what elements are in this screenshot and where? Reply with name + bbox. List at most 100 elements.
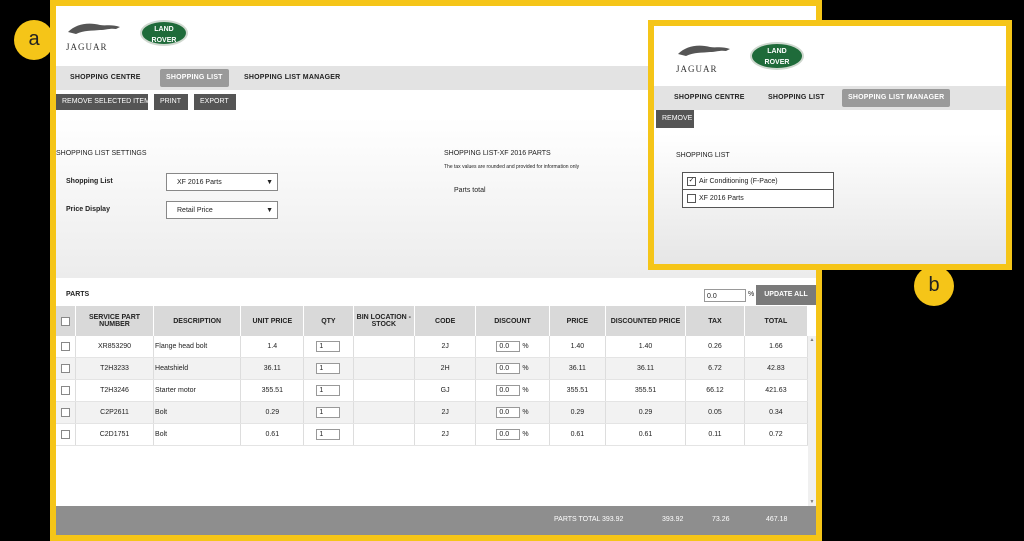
cell-disc: 0.0% — [475, 357, 550, 380]
checkbox-unchecked-icon[interactable] — [687, 193, 696, 203]
col-discounted-price: DISCOUNTED PRICE — [605, 306, 687, 336]
row-checkbox-cell — [56, 401, 76, 424]
qty-input[interactable]: 1 — [316, 363, 341, 374]
percent-sign: % — [522, 343, 529, 350]
cell-bin — [353, 379, 416, 402]
cell-qty: 1 — [303, 379, 354, 402]
row-checkbox[interactable] — [61, 386, 70, 395]
list-item-label: Air Conditioning (F-Pace) — [699, 178, 778, 185]
cell-tax: 0.26 — [685, 336, 745, 358]
nav-shopping-list-manager[interactable]: SHOPPING LIST MANAGER — [842, 89, 951, 107]
cell-desc: Bolt — [153, 401, 242, 424]
cell-desc: Heatshield — [153, 357, 242, 380]
table-row: T2H3233 Heatshield 36.11 1 2H 0.0% 36.11 36.11 6… — [56, 357, 809, 380]
cell-desc: Starter motor — [153, 379, 242, 402]
qty-input[interactable]: 1 — [316, 341, 341, 352]
col-code: CODE — [414, 306, 477, 336]
parts-heading: PARTS — [66, 291, 90, 298]
cell-unit: 1.4 — [240, 336, 305, 358]
table-row: T2H3246 Starter motor 355.51 1 GJ 0.0% 355.51 3… — [56, 379, 809, 402]
col-unit-price: UNIT PRICE — [240, 306, 305, 336]
row-checkbox[interactable] — [61, 408, 70, 417]
settings-title: SHOPPING LIST SETTINGS — [56, 150, 147, 157]
cell-code: 2H — [414, 357, 477, 380]
cell-desc: Flange head bolt — [153, 336, 242, 358]
price-display-select[interactable]: Retail Price ▼ — [166, 201, 278, 219]
nav-shopping-list-manager[interactable]: SHOPPING LIST MANAGER — [244, 66, 340, 90]
discount-input[interactable]: 0.0 — [496, 429, 521, 440]
list-item[interactable]: XF 2016 Parts — [683, 190, 833, 207]
row-checkbox[interactable] — [61, 342, 70, 351]
table-scrollbar[interactable]: ▲ ▼ — [808, 336, 816, 506]
parts-list-title: SHOPPING LIST-XF 2016 PARTS — [444, 150, 551, 157]
cell-part: XR853290 — [75, 336, 155, 358]
row-checkbox-cell — [56, 336, 76, 358]
export-button[interactable]: EXPORT — [194, 94, 236, 110]
cell-dprice: 355.51 — [605, 379, 687, 402]
shopping-list-listbox: ✓ Air Conditioning (F-Pace) XF 2016 Parts — [682, 172, 834, 208]
table-row: XR853290 Flange head bolt 1.4 1 2J 0.0% 1.40 1.… — [56, 336, 809, 358]
cell-unit: 0.61 — [240, 423, 305, 446]
col-qty: QTY — [303, 306, 354, 336]
select-all-checkbox[interactable] — [61, 316, 70, 326]
nav-shopping-list[interactable]: SHOPPING LIST — [768, 86, 825, 110]
percent-sign: % — [522, 431, 529, 438]
cell-disc: 0.0% — [475, 423, 550, 446]
col-total: TOTAL — [744, 306, 809, 336]
shopping-list-label: Shopping List — [66, 178, 113, 185]
nav-shopping-centre[interactable]: SHOPPING CENTRE — [674, 86, 745, 110]
remove-list-button[interactable]: REMOVE — [656, 110, 694, 128]
row-checkbox[interactable] — [61, 430, 70, 439]
remove-selected-items-button[interactable]: REMOVE SELECTED ITEMS — [56, 94, 155, 110]
caret-down-icon: ▼ — [266, 179, 273, 186]
cell-price: 0.61 — [549, 423, 606, 446]
qty-input[interactable]: 1 — [316, 429, 341, 440]
cell-unit: 355.51 — [240, 379, 305, 402]
cell-qty: 1 — [303, 357, 354, 380]
scroll-down-arrow-icon[interactable]: ▼ — [808, 498, 816, 506]
cell-qty: 1 — [303, 336, 354, 358]
land-rover-word-2: ROVER — [764, 59, 790, 66]
discount-input[interactable]: 0.0 — [496, 407, 521, 418]
discount-input[interactable]: 0.0 — [496, 385, 521, 396]
cell-code: 2J — [414, 423, 477, 446]
nav-shopping-centre[interactable]: SHOPPING CENTRE — [70, 66, 141, 90]
cell-code: 2J — [414, 401, 477, 424]
scroll-up-arrow-icon[interactable]: ▲ — [808, 336, 816, 344]
update-all-button[interactable]: UPDATE ALL — [756, 285, 816, 305]
panel-b-frame: JAGUAR LAND ROVER SHOPPING CENTRE SHOPPI… — [648, 20, 1012, 270]
cell-unit: 0.29 — [240, 401, 305, 424]
jaguar-wordmark: JAGUAR — [676, 64, 718, 74]
price-display-label: Price Display — [66, 206, 110, 213]
shopping-list-select[interactable]: XF 2016 Parts ▼ — [166, 173, 278, 191]
nav-shopping-list[interactable]: SHOPPING LIST — [160, 69, 229, 87]
cell-part: C2P2611 — [75, 401, 155, 424]
jaguar-logo: JAGUAR — [66, 18, 124, 54]
cell-disc: 0.0% — [475, 379, 550, 402]
table-row: C2D1751 Bolt 0.61 1 2J 0.0% 0.61 0.61 0.11 0.72 — [56, 423, 809, 446]
cell-bin — [353, 401, 416, 424]
discount-input[interactable]: 0.0 — [496, 341, 521, 352]
print-button[interactable]: PRINT — [154, 94, 188, 110]
cell-qty: 1 — [303, 401, 354, 424]
percent-sign: % — [748, 291, 755, 298]
jaguar-logo: JAGUAR — [676, 40, 734, 76]
tax-note: The tax values are rounded and provided … — [444, 164, 580, 170]
caret-down-icon: ▼ — [266, 207, 273, 214]
cell-dprice: 0.29 — [605, 401, 687, 424]
callout-badge-a: a — [14, 20, 54, 60]
qty-input[interactable]: 1 — [316, 407, 341, 418]
shopping-list-select-value: XF 2016 Parts — [177, 179, 222, 186]
cell-disc: 0.0% — [475, 401, 550, 424]
cell-total: 421.63 — [744, 379, 809, 402]
cell-qty: 1 — [303, 423, 354, 446]
checkbox-checked-icon[interactable]: ✓ — [687, 176, 696, 186]
price-display-select-value: Retail Price — [177, 207, 213, 214]
manager-nav: SHOPPING CENTRE SHOPPING LIST SHOPPING L… — [654, 86, 1006, 110]
row-checkbox[interactable] — [61, 364, 70, 373]
list-item[interactable]: ✓ Air Conditioning (F-Pace) — [683, 173, 833, 190]
discount-input[interactable]: 0.0 — [496, 363, 521, 374]
qty-input[interactable]: 1 — [316, 385, 341, 396]
bulk-discount-input[interactable]: 0.0 — [704, 289, 746, 302]
cell-dprice: 1.40 — [605, 336, 687, 358]
